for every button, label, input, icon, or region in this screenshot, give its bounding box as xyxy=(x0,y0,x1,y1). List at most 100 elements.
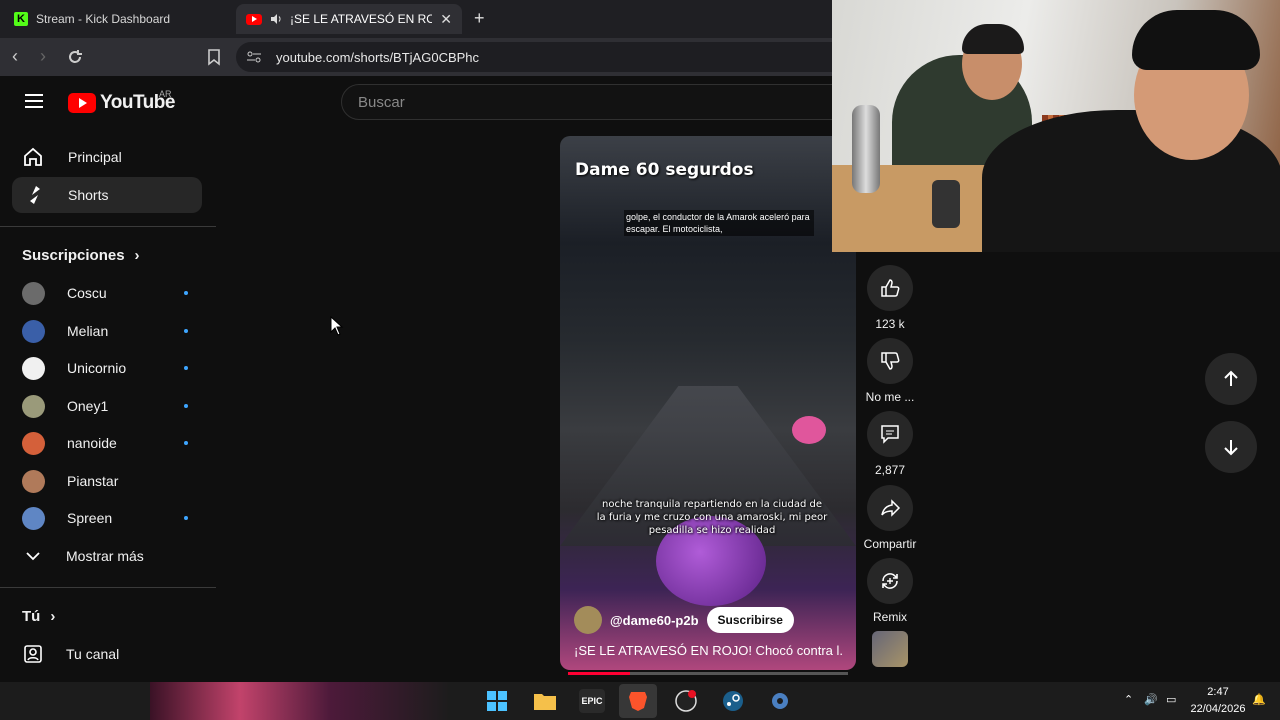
subscription-name: Melian xyxy=(67,323,109,339)
webcam-thermos xyxy=(852,105,880,193)
file-explorer-icon[interactable] xyxy=(532,689,558,713)
youtube-logo-icon xyxy=(68,93,96,113)
dislike-action: No me ... xyxy=(865,338,915,404)
tray-chevron-up-icon[interactable]: ⌃ xyxy=(1124,693,1133,706)
avatar xyxy=(22,319,45,343)
home-icon xyxy=(22,146,44,168)
back-icon[interactable]: ‹ xyxy=(12,46,18,67)
like-button[interactable] xyxy=(867,265,913,311)
chevron-right-icon: › xyxy=(50,608,56,625)
avatar xyxy=(22,281,45,305)
avatar xyxy=(22,394,45,418)
tray-time[interactable]: 2:47 xyxy=(1190,686,1246,698)
speaker-icon[interactable] xyxy=(270,13,282,25)
network-icon[interactable]: ▭ xyxy=(1166,693,1176,706)
taskbar-wallpaper xyxy=(150,682,450,720)
close-icon[interactable]: ✕ xyxy=(440,11,452,28)
tab-title: ¡SE LE ATRAVESÓ EN ROJO! C xyxy=(290,12,433,26)
video-progress-fill xyxy=(568,672,630,675)
menu-icon[interactable] xyxy=(25,94,43,112)
bookmark-icon[interactable] xyxy=(206,48,222,66)
steam-icon[interactable] xyxy=(720,689,746,713)
remix-icon xyxy=(882,573,898,589)
epic-games-icon[interactable]: EPIC xyxy=(579,689,605,713)
video-mirror xyxy=(792,416,826,444)
live-indicator xyxy=(184,516,188,520)
remix-label: Remix xyxy=(872,610,907,624)
live-indicator xyxy=(184,441,188,445)
like-action: 123 k xyxy=(865,265,915,331)
previous-short-button[interactable] xyxy=(1205,353,1257,405)
subscription-nanoide[interactable]: nanoide xyxy=(22,428,192,458)
address-bar[interactable]: youtube.com/shorts/BTjAG0CBPhc xyxy=(236,42,836,72)
live-indicator xyxy=(184,366,188,370)
remix-action: Remix xyxy=(865,558,915,624)
your-channel-item[interactable]: Tu canal xyxy=(22,639,192,669)
share-icon xyxy=(881,499,901,517)
avatar xyxy=(22,356,45,380)
subscription-name: Unicornio xyxy=(67,360,127,376)
dislike-label: No me ... xyxy=(865,390,915,404)
channel-name[interactable]: @dame60-p2b xyxy=(610,613,699,628)
country-code: AR xyxy=(159,89,172,99)
next-short-button[interactable] xyxy=(1205,421,1257,473)
subscription-oney1[interactable]: Oney1 xyxy=(22,391,192,421)
sound-source-thumbnail[interactable] xyxy=(872,631,908,667)
comment-icon xyxy=(881,425,899,444)
arrow-up-icon xyxy=(1224,370,1238,386)
settings-gear-icon[interactable] xyxy=(767,689,793,713)
reload-icon[interactable] xyxy=(66,48,84,66)
windows-taskbar: EPIC ⌃ 🔊 ▭ 2:47 22/04/2026 🔔 xyxy=(0,682,1280,720)
sidebar-item-label: Shorts xyxy=(68,187,109,203)
brave-browser-icon[interactable] xyxy=(619,684,657,718)
thumbs-up-icon xyxy=(881,279,900,297)
subscription-spreen[interactable]: Spreen xyxy=(22,503,192,533)
subscription-name: Coscu xyxy=(67,285,107,301)
new-tab-button[interactable]: + xyxy=(474,8,485,29)
comments-action: 2,877 xyxy=(865,411,915,477)
video-progress-bar[interactable] xyxy=(568,672,848,675)
obs-icon[interactable] xyxy=(673,689,699,713)
comments-button[interactable] xyxy=(867,411,913,457)
sidebar-item-principal[interactable]: Principal xyxy=(12,139,202,175)
short-video-player[interactable]: Dame 60 segurdos golpe, el conductor de … xyxy=(560,136,856,670)
live-indicator xyxy=(184,404,188,408)
sidebar-item-shorts[interactable]: Shorts xyxy=(12,177,202,213)
show-more-label: Mostrar más xyxy=(66,548,144,564)
shorts-icon xyxy=(22,184,44,206)
remix-button[interactable] xyxy=(867,558,913,604)
volume-icon[interactable]: 🔊 xyxy=(1144,693,1158,706)
avatar xyxy=(22,469,45,493)
subscribe-button[interactable]: Suscribirse xyxy=(706,607,794,633)
dislike-button[interactable] xyxy=(867,338,913,384)
url-text: youtube.com/shorts/BTjAG0CBPhc xyxy=(276,49,480,65)
video-title[interactable]: ¡SE LE ATRAVESÓ EN ROJO! Chocó contra l.… xyxy=(574,643,844,658)
windows-start-icon[interactable] xyxy=(484,689,510,713)
tab-youtube-short[interactable]: ¡SE LE ATRAVESÓ EN ROJO! C ✕ xyxy=(236,4,462,34)
subscriptions-header[interactable]: Suscripciones › xyxy=(22,247,140,264)
subscription-pianstar[interactable]: Pianstar xyxy=(22,466,192,496)
sidebar-divider xyxy=(0,226,216,227)
your-channel-icon xyxy=(22,643,44,665)
notification-bell-icon[interactable]: 🔔 xyxy=(1252,693,1266,706)
you-header[interactable]: Tú › xyxy=(22,608,55,625)
tray-date[interactable]: 22/04/2026 xyxy=(1190,703,1246,715)
site-settings-icon[interactable] xyxy=(246,50,262,64)
avatar xyxy=(22,431,45,455)
chevron-down-icon xyxy=(22,545,44,567)
mouse-cursor-icon xyxy=(330,316,344,336)
youtube-icon xyxy=(246,13,262,25)
forward-icon[interactable]: › xyxy=(40,46,46,67)
channel-avatar[interactable] xyxy=(574,606,602,634)
search-input[interactable]: Buscar xyxy=(341,84,841,120)
show-more-button[interactable]: Mostrar más xyxy=(22,541,192,571)
subscription-name: Oney1 xyxy=(67,398,109,414)
share-button[interactable] xyxy=(867,485,913,531)
subscription-name: Spreen xyxy=(67,510,113,526)
subscription-name: nanoide xyxy=(67,435,117,451)
subscription-unicornio[interactable]: Unicornio xyxy=(22,353,192,383)
tab-kick-dashboard[interactable]: K Stream - Kick Dashboard xyxy=(4,4,230,34)
subscription-coscu[interactable]: Coscu xyxy=(22,278,192,308)
subscription-melian[interactable]: Melian xyxy=(22,316,192,346)
browser-toolbar: ‹ › youtube.com/shorts/BTjAG0CBPhc xyxy=(0,38,836,76)
